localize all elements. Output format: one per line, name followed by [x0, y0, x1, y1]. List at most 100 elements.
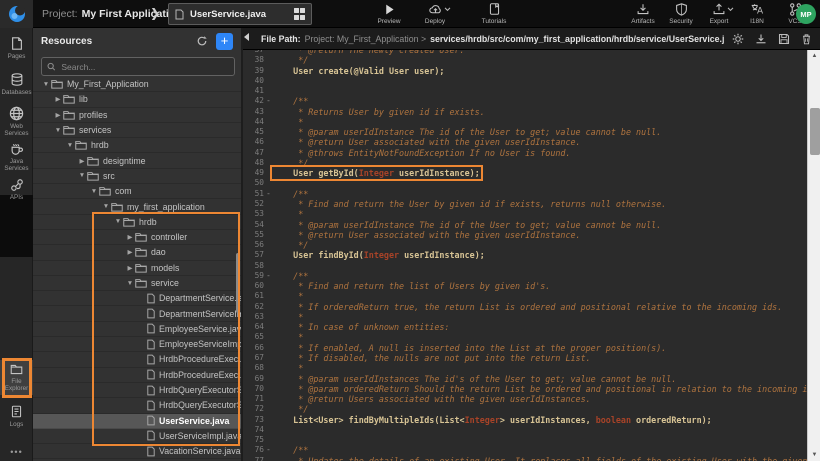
- sidebar-item-web-services[interactable]: Web Services: [0, 106, 33, 137]
- code-line-63[interactable]: 63 *: [243, 312, 807, 322]
- code-line-51[interactable]: 51- /**: [243, 189, 807, 199]
- code-line-72[interactable]: 72 */: [243, 404, 807, 414]
- grid-icon[interactable]: [294, 8, 306, 20]
- code-line-42[interactable]: 42- /**: [243, 96, 807, 106]
- search-input[interactable]: [59, 61, 229, 73]
- tree-file-hrdbqueryexecutorservice[interactable]: HrdbQueryExecutorService: [33, 398, 243, 413]
- code-line-57[interactable]: 57 User findById(Integer userIdInstance)…: [243, 250, 807, 260]
- fold-marker[interactable]: -: [264, 189, 273, 199]
- code-line-69[interactable]: 69 * @param userIdInstances The id's of …: [243, 374, 807, 384]
- tree-file-userservice-java[interactable]: UserService.java: [33, 414, 243, 429]
- tree-file-employeeservice-java[interactable]: EmployeeService.java: [33, 322, 243, 337]
- code-line-71[interactable]: 71 * @return Users associated with the g…: [243, 394, 807, 404]
- code-line-47[interactable]: 47 * @throws EntityNotFoundException If …: [243, 148, 807, 158]
- chevron-down-icon[interactable]: ▼: [77, 172, 87, 179]
- chevron-down-icon[interactable]: ▼: [101, 203, 111, 210]
- code-line-40[interactable]: 40: [243, 76, 807, 86]
- code-line-49[interactable]: 49 User getById(Integer userIdInstance);: [243, 168, 807, 178]
- deploy-button[interactable]: Deploy: [418, 2, 452, 25]
- scroll-down-icon[interactable]: ▼: [808, 449, 820, 461]
- refresh-icon[interactable]: [196, 35, 208, 47]
- chevron-down-icon[interactable]: ▼: [125, 280, 135, 287]
- code-line-39[interactable]: 39 User create(@Valid User user);: [243, 66, 807, 76]
- chevron-down-icon[interactable]: ▼: [89, 188, 99, 195]
- collapse-panel-icon[interactable]: [244, 33, 249, 41]
- fold-marker[interactable]: -: [264, 96, 273, 106]
- artifacts-button[interactable]: Artifacts: [626, 2, 660, 25]
- tree-file-departmentservice-java[interactable]: DepartmentService.java: [33, 291, 243, 306]
- tree-file-departmentserviceimpl-jav[interactable]: DepartmentServiceImpl.jav: [33, 306, 243, 321]
- more-menu-button[interactable]: •••: [0, 447, 33, 457]
- code-line-44[interactable]: 44 *: [243, 117, 807, 127]
- editor-scrollbar[interactable]: ▲ ▼: [807, 50, 820, 461]
- trash-icon[interactable]: [801, 33, 812, 45]
- tree-file-vacationservice-java[interactable]: VacationService.java: [33, 444, 243, 459]
- download-icon[interactable]: [755, 33, 767, 45]
- sidebar-item-logs[interactable]: Logs: [0, 404, 33, 428]
- code-line-54[interactable]: 54 * @param userIdInstance The id of the…: [243, 220, 807, 230]
- tree-folder-my-first-application[interactable]: ▼My_First_Application: [33, 77, 243, 92]
- code-line-58[interactable]: 58: [243, 261, 807, 271]
- code-line-61[interactable]: 61 *: [243, 291, 807, 301]
- code-line-43[interactable]: 43 * Returns User by given id if exists.: [243, 107, 807, 117]
- code-line-41[interactable]: 41: [243, 86, 807, 96]
- chevron-down-icon[interactable]: ▼: [53, 127, 63, 134]
- chevron-right-icon[interactable]: ▶: [53, 95, 63, 103]
- code-line-62[interactable]: 62 * If orderedReturn true, the return L…: [243, 302, 807, 312]
- tree-folder-models[interactable]: ▶models: [33, 261, 243, 276]
- tree-folder-controller[interactable]: ▶controller: [33, 230, 243, 245]
- tree-folder-profiles[interactable]: ▶profiles: [33, 108, 243, 123]
- search-box[interactable]: [41, 57, 235, 76]
- code-line-77[interactable]: 77 * Updates the details of an existing …: [243, 456, 807, 461]
- code-line-65[interactable]: 65 *: [243, 332, 807, 342]
- code-line-48[interactable]: 48 */: [243, 158, 807, 168]
- sidebar-item-java-services[interactable]: Java Services: [0, 142, 33, 172]
- scrollbar-thumb[interactable]: [810, 108, 820, 155]
- sidebar-item-file-explorer[interactable]: File Explorer: [0, 360, 33, 395]
- chevron-down-icon[interactable]: ▼: [65, 142, 75, 149]
- tree-folder-src[interactable]: ▼src: [33, 169, 243, 184]
- code-line-64[interactable]: 64 * In case of unknown entities:: [243, 322, 807, 332]
- code-line-60[interactable]: 60 * Find and return the list of Users b…: [243, 281, 807, 291]
- chevron-right-icon[interactable]: ▶: [125, 264, 135, 272]
- sidebar-item-pages[interactable]: Pages: [0, 36, 33, 60]
- code-line-38[interactable]: 38 */: [243, 55, 807, 65]
- tree-folder-services[interactable]: ▼services: [33, 123, 243, 138]
- code-line-75[interactable]: 75: [243, 435, 807, 445]
- sidebar-item-databases[interactable]: Databases: [0, 72, 33, 96]
- code-editor[interactable]: 37 * @return The newly created User.38 *…: [243, 50, 807, 461]
- code-line-53[interactable]: 53 *: [243, 209, 807, 219]
- code-line-59[interactable]: 59- /**: [243, 271, 807, 281]
- security-button[interactable]: Security: [664, 2, 698, 25]
- tree-file-employeeserviceimpl-java[interactable]: EmployeeServiceImpl.java: [33, 337, 243, 352]
- tree-file-hrdbqueryexecutorservice[interactable]: HrdbQueryExecutorService: [33, 383, 243, 398]
- add-resource-button[interactable]: +: [216, 33, 233, 50]
- code-line-66[interactable]: 66 * If enabled, A null is inserted into…: [243, 343, 807, 353]
- code-line-46[interactable]: 46 * @return User associated with the gi…: [243, 137, 807, 147]
- tree-folder-hrdb[interactable]: ▼hrdb: [33, 215, 243, 230]
- preview-button[interactable]: Preview: [372, 2, 406, 25]
- tree-folder-service[interactable]: ▼service: [33, 276, 243, 291]
- sidebar-item-apis[interactable]: APIs: [0, 178, 33, 201]
- chevron-right-icon[interactable]: ▶: [77, 157, 87, 165]
- tutorials-button[interactable]: Tutorials: [477, 2, 511, 25]
- code-line-52[interactable]: 52 * Find and return the User by given i…: [243, 199, 807, 209]
- chevron-down-icon[interactable]: ▼: [41, 81, 51, 88]
- i18n-button[interactable]: AI18N: [740, 2, 774, 25]
- settings-button[interactable]: Settings: [816, 2, 820, 25]
- fold-marker[interactable]: -: [264, 271, 273, 281]
- code-line-45[interactable]: 45 * @param userIdInstance The id of the…: [243, 127, 807, 137]
- tree-scrollbar[interactable]: [236, 253, 240, 313]
- gear-icon[interactable]: [732, 33, 744, 45]
- tree-folder-hrdb[interactable]: ▼hrdb: [33, 138, 243, 153]
- project-name[interactable]: My First Application: [82, 8, 182, 20]
- chevron-right-icon[interactable]: ▶: [125, 233, 135, 241]
- code-line-67[interactable]: 67 * If disabled, the nulls are not put …: [243, 353, 807, 363]
- tree-folder-my-first-application[interactable]: ▼my_first_application: [33, 199, 243, 214]
- code-line-68[interactable]: 68 *: [243, 363, 807, 373]
- user-avatar[interactable]: MP: [796, 4, 816, 24]
- save-icon[interactable]: [778, 33, 790, 45]
- tree-file-hrdbprocedureexecutorse[interactable]: HrdbProcedureExecutorSe: [33, 368, 243, 383]
- code-line-70[interactable]: 70 * @param orderedReturn Should the ret…: [243, 384, 807, 394]
- code-line-55[interactable]: 55 * @return User associated with the gi…: [243, 230, 807, 240]
